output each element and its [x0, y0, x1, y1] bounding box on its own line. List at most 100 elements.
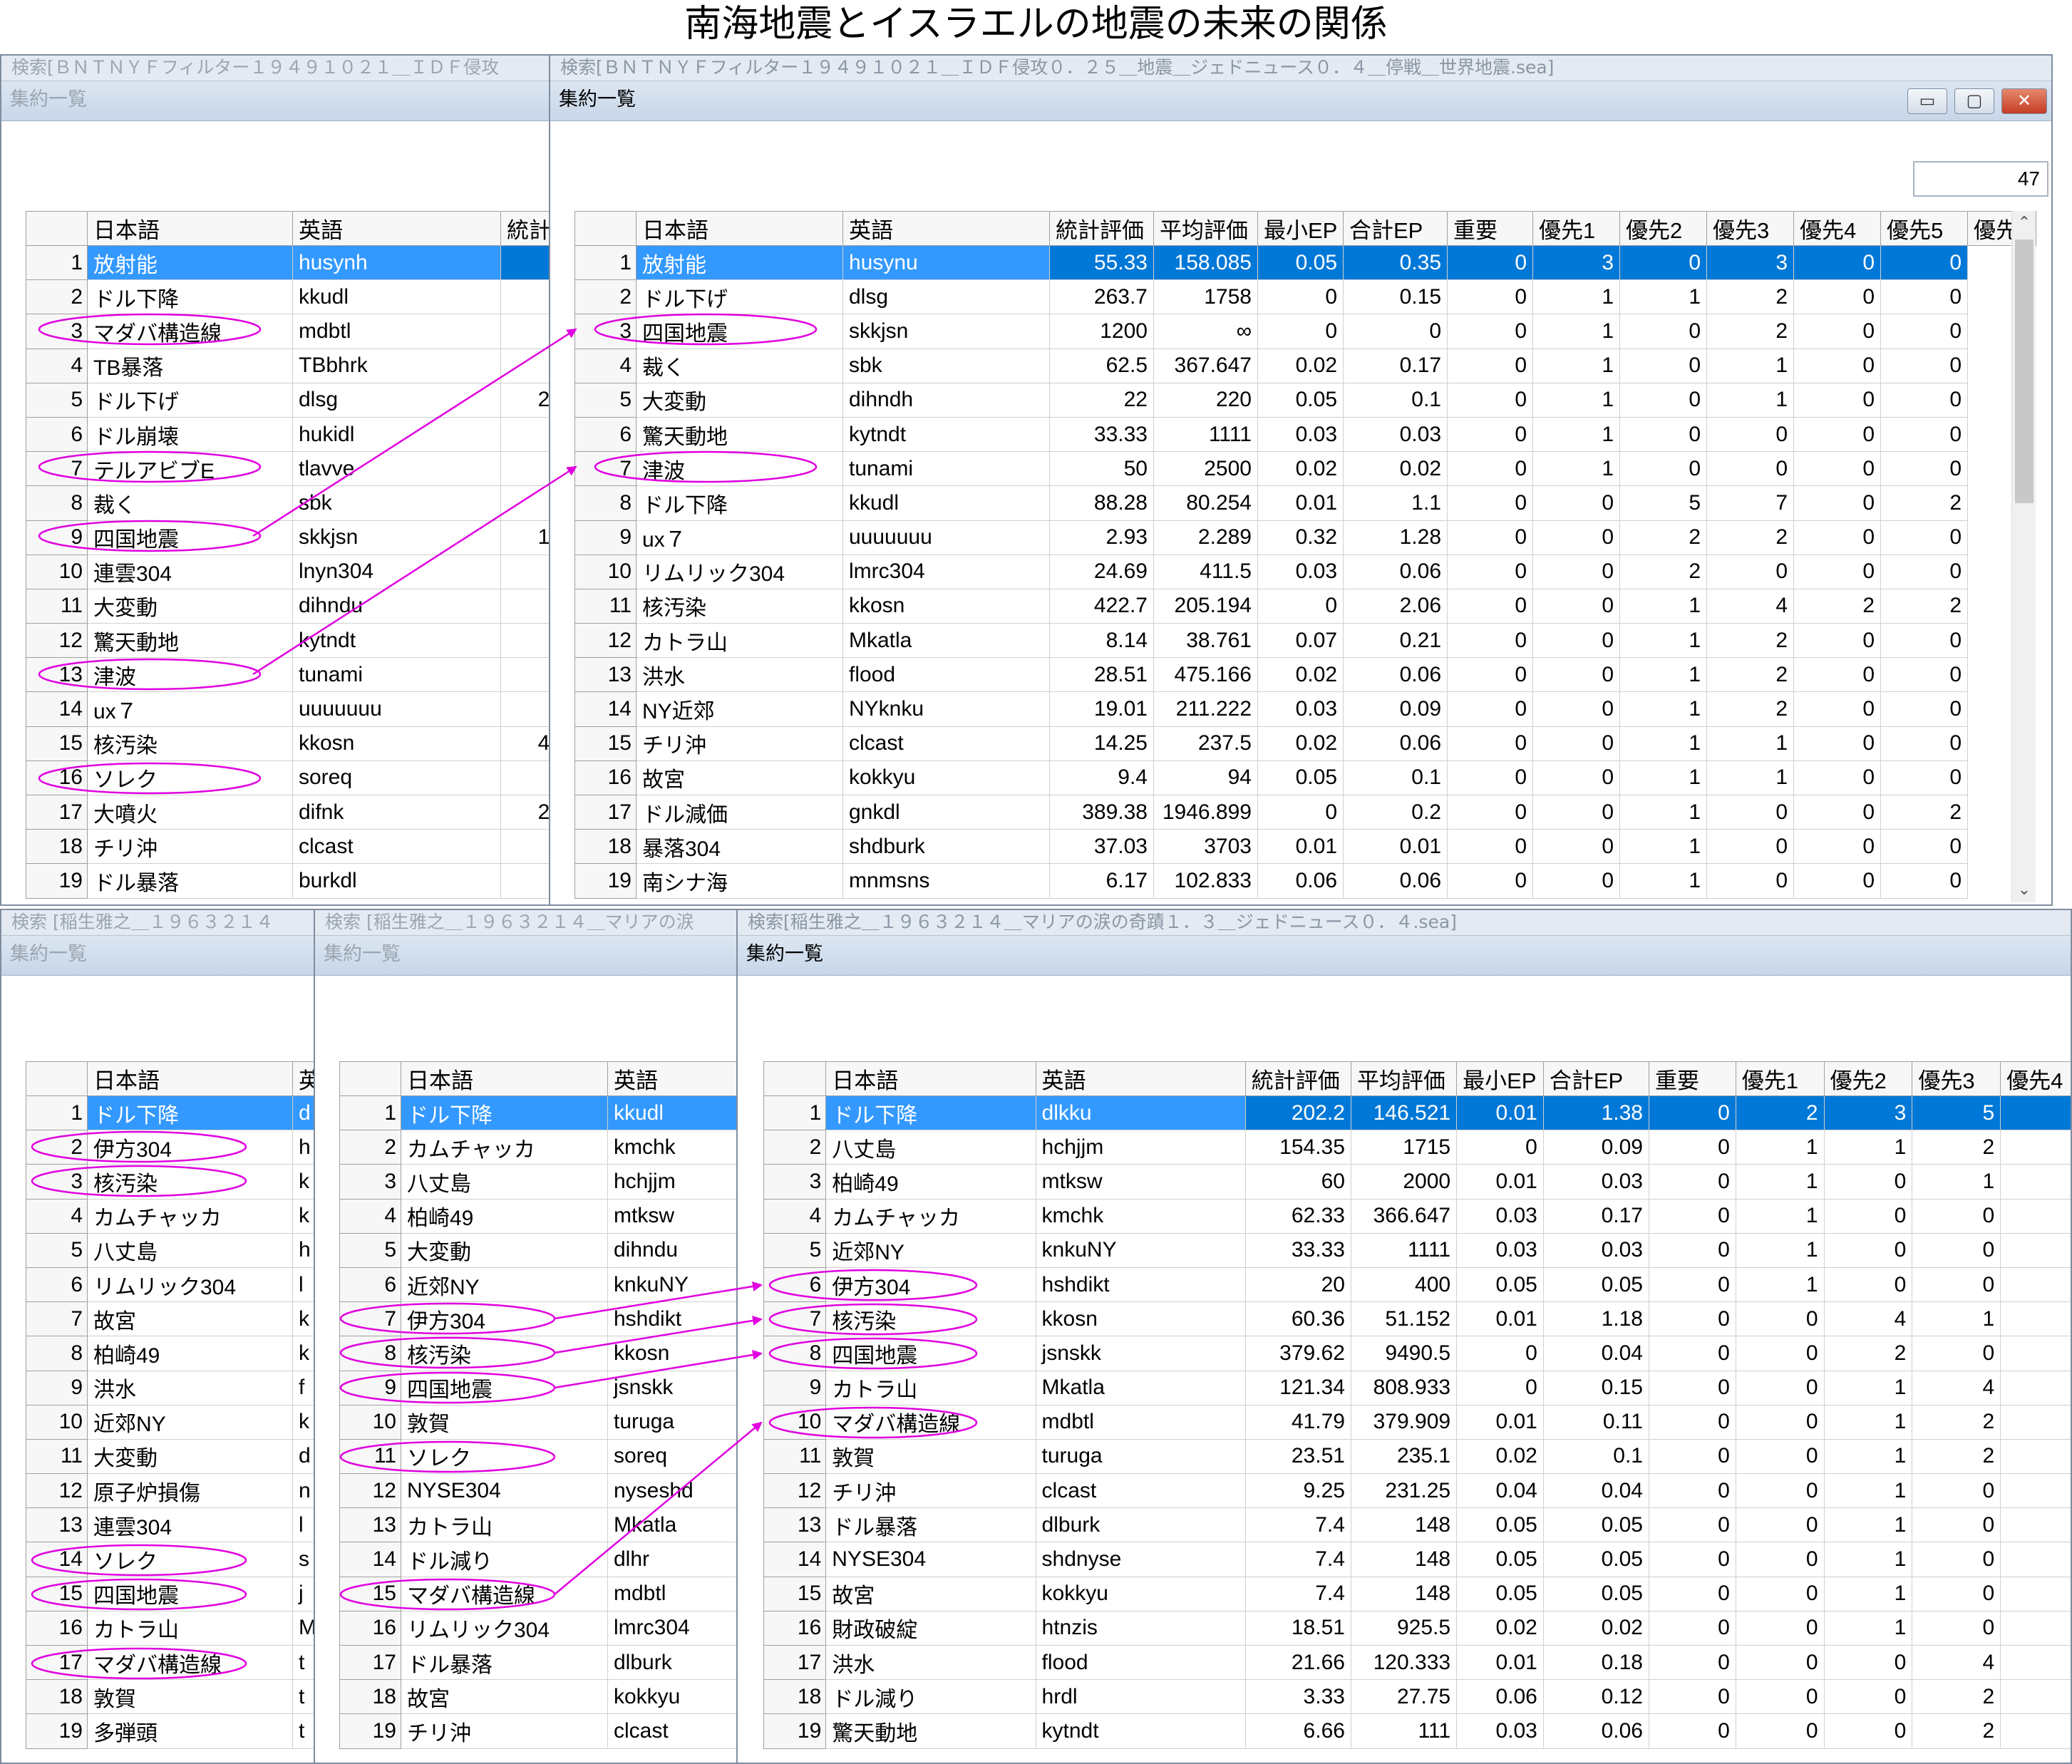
table-row[interactable]: 17 マダバ構造線 t [26, 1644, 319, 1681]
col-header-p3[interactable]: 優先3 [1706, 211, 1794, 246]
table-row[interactable]: 7 故宮 k [26, 1301, 319, 1337]
table-row[interactable]: 3柏崎49mtksw6020000.010.0301010 [763, 1164, 2071, 1200]
table-row[interactable]: 5 大変動 dihndu [339, 1232, 740, 1268]
summary-grid[interactable]: 日本語 英語 1 ドル下降 kkudl 2 カムチャッカ kmchk 3 八丈島 hchjjm 4… [339, 1061, 740, 1749]
col-header-index[interactable] [26, 211, 88, 246]
table-row[interactable]: 14 NY近郊 NYknku 19.01 211.222 0.03 0.09 0 0 1 2 0 0 [574, 691, 2036, 727]
table-row[interactable]: 14NYSE304shdnyse7.41480.050.0500100 [763, 1542, 2071, 1577]
minimize-button[interactable]: ▭ [1907, 88, 1947, 114]
table-row[interactable]: 14 ドル減り dlhr [339, 1542, 740, 1577]
table-row[interactable]: 2 カムチャッカ kmchk [339, 1130, 740, 1165]
table-row[interactable]: 7核汚染kkosn60.3651.1520.011.1800410 [763, 1301, 2071, 1337]
table-row[interactable]: 1 ドル下降 d [26, 1095, 319, 1131]
table-row[interactable]: 16 カトラ山 M [26, 1610, 319, 1646]
summary-grid[interactable]: 日本語 英語 統計 1放射能husynh52ドル下降kkudl13マダバ構造線m… [26, 211, 555, 899]
col-header-minep[interactable]: 最小EP [1456, 1061, 1544, 1096]
table-row[interactable]: 17 ドル暴落 dlburk [339, 1644, 740, 1681]
table-row[interactable]: 7 津波 tunami 50 2500 0.02 0.02 0 1 0 0 0 0 [574, 451, 2036, 487]
col-header-english[interactable]: 英語 [607, 1061, 740, 1096]
table-row[interactable]: 9 ux７ uuuuuuu 2.93 2.289 0.32 1.28 0 0 2 2 0 0 [574, 520, 2036, 555]
table-row[interactable]: 19驚天動地kytndt6.661110.030.0600020 [763, 1713, 2071, 1749]
table-row[interactable]: 8四国地震jsnskk379.629490.500.0400200 [763, 1336, 2071, 1371]
table-row[interactable]: 8裁くsbk7 [26, 485, 555, 521]
summary-grid[interactable]: 日本語 英語 統計評価 平均評価 最小EP 合計EP 重要 優先1 優先2 優先… [574, 211, 2036, 899]
table-row[interactable]: 3 四国地震 skkjsn 1200 ∞ 0 0 0 1 0 2 0 0 [574, 314, 2036, 349]
table-row[interactable]: 16 ソレク soreq [26, 760, 555, 796]
table-row[interactable]: 18 暴落304 shdburk 37.03 3703 0.01 0.01 0 0 1 0 0 0 [574, 829, 2036, 865]
search-window-3[interactable]: 検索 [稲生雅之＿１９６３２１４ 集約一覧 日本語 英 1 ドル下降 d 2 伊方304… [0, 909, 321, 1764]
table-row[interactable]: 8 核汚染 kkosn [339, 1336, 740, 1371]
count-field[interactable]: 47 [1913, 161, 2048, 197]
table-row[interactable]: 4カムチャッカkmchk62.33366.6470.030.1701001 [763, 1198, 2071, 1234]
table-row[interactable]: 15 マダバ構造線 mdbtl [339, 1576, 740, 1611]
table-row[interactable]: 5近郊NYknkuNY33.3311110.030.0301000 [763, 1232, 2071, 1268]
table-row[interactable]: 17洪水flood21.66120.3330.010.1800040 [763, 1644, 2071, 1681]
col-header-p1[interactable]: 優先1 [1532, 211, 1620, 246]
col-header-p5[interactable]: 優先5 [1880, 211, 1968, 246]
col-header-japanese[interactable]: 日本語 [87, 1061, 293, 1096]
table-row[interactable]: 15核汚染kkosn46 [26, 726, 555, 761]
col-header-english[interactable]: 英語 [292, 211, 501, 246]
table-row[interactable]: 2 伊方304 h [26, 1130, 319, 1165]
col-header-japanese[interactable]: 日本語 [87, 211, 293, 246]
col-header-minep[interactable]: 最小EP [1257, 211, 1344, 246]
table-row[interactable]: 4TB暴落TBbhrk3 [26, 348, 555, 383]
col-header-index[interactable] [26, 1061, 88, 1096]
table-row[interactable]: 6 リムリック304 l [26, 1267, 319, 1303]
search-window-2[interactable]: 検索[ＢＮＴＮＹＦフィルター１９４９１０２１＿ＩＤＦ侵攻０．２５＿地震＿ジェドニ… [549, 54, 2053, 906]
table-row[interactable]: 13 洪水 flood 28.51 475.166 0.02 0.06 0 0 1 2 0 0 [574, 657, 2036, 693]
table-row[interactable]: 1放射能husynh5 [26, 244, 555, 281]
table-row[interactable]: 13ドル暴落dlburk7.41480.050.0500100 [763, 1507, 2071, 1543]
search-window-4[interactable]: 検索 [稲生雅之＿１９６３２１４＿マリアの涙 集約一覧 日本語 英語 1 ドル下降… [314, 909, 741, 1764]
scroll-down-arrow[interactable]: ⌄ [2012, 878, 2036, 902]
table-row[interactable]: 1ドル下降dlkku202.2146.5210.011.3802350 [763, 1095, 2071, 1131]
table-row[interactable]: 12驚天動地kytndt3 [26, 623, 555, 659]
close-button[interactable]: ✕ [2001, 88, 2047, 114]
table-row[interactable]: 13 連雲304 l [26, 1507, 319, 1543]
table-row[interactable]: 7 伊方304 hshdikt [339, 1301, 740, 1337]
table-row[interactable]: 4 裁く sbk 62.5 367.647 0.02 0.17 0 1 0 1 0 0 [574, 348, 2036, 383]
table-row[interactable]: 18 敦賀 t [26, 1679, 319, 1715]
col-header-index[interactable] [763, 1061, 827, 1096]
col-header-stat[interactable]: 統計 [500, 211, 555, 246]
col-header-p2[interactable]: 優先2 [1823, 1061, 1913, 1096]
table-row[interactable]: 9 洪水 f [26, 1370, 319, 1405]
table-row[interactable]: 14 ソレク s [26, 1542, 319, 1577]
table-row[interactable]: 14 ux７ uuuuuuu [26, 691, 555, 727]
table-row[interactable]: 15 四国地震 j [26, 1576, 319, 1611]
table-row[interactable]: 17大噴火difnk26 [26, 794, 555, 830]
table-row[interactable]: 11敦賀turuga23.51235.10.020.100120 [763, 1438, 2071, 1475]
table-row[interactable]: 10マダバ構造線mdbtl41.79379.9090.010.1100120 [763, 1404, 2071, 1440]
table-row[interactable]: 3 核汚染 k [26, 1164, 319, 1200]
col-header-p3[interactable]: 優先3 [1912, 1061, 2001, 1096]
table-row[interactable]: 11 大変動 d [26, 1438, 319, 1475]
table-row[interactable]: 10 近郊NY k [26, 1404, 319, 1440]
table-row[interactable]: 12チリ沖clcast9.25231.250.040.0400100 [763, 1473, 2071, 1509]
table-row[interactable]: 2八丈島hchjjm154.35171500.0901120 [763, 1130, 2071, 1165]
table-row[interactable]: 6 近郊NY knkuNY [339, 1267, 740, 1303]
table-row[interactable]: 6ドル崩壊hukidl1 [26, 416, 555, 453]
table-row[interactable]: 9カトラ山Mkatla121.34808.93300.1500140 [763, 1370, 2071, 1405]
col-header-p2[interactable]: 優先2 [1619, 211, 1707, 246]
col-header-p1[interactable]: 優先1 [1735, 1061, 1825, 1096]
col-header-sumep[interactable]: 合計EP [1542, 1061, 1649, 1096]
table-row[interactable]: 10 敦賀 turuga [339, 1404, 740, 1440]
summary-grid[interactable]: 日本語 英語 統計評価 平均評価 最小EP 合計EP 重要 優先1 優先2 優先… [763, 1061, 2071, 1749]
table-row[interactable]: 5ドル下げdlsg29 [26, 382, 555, 418]
table-row[interactable]: 19 チリ沖 clcast [339, 1713, 740, 1749]
table-row[interactable]: 7テルアビブEtlavve4 [26, 451, 555, 487]
col-header-japanese[interactable]: 日本語 [825, 1061, 1036, 1096]
table-row[interactable]: 11 核汚染 kkosn 422.7 205.194 0 2.06 0 0 1 4 2 2 [574, 588, 2036, 624]
col-header-p4[interactable]: 優先4 [2000, 1061, 2071, 1096]
table-row[interactable]: 11 ソレク soreq [339, 1438, 740, 1475]
table-row[interactable]: 4 カムチャッカ k [26, 1198, 319, 1234]
table-row[interactable]: 12 原子炉損傷 n [26, 1473, 319, 1509]
col-header-avg[interactable]: 平均評価 [1350, 1061, 1458, 1096]
col-header-index[interactable] [339, 1061, 401, 1096]
col-header-english[interactable]: 英語 [1035, 1061, 1246, 1096]
col-header-japanese[interactable]: 日本語 [636, 211, 843, 246]
table-row[interactable]: 4 柏崎49 mtksw [339, 1198, 740, 1234]
col-header-japanese[interactable]: 日本語 [401, 1061, 608, 1096]
search-window-5[interactable]: 検索[稲生雅之＿１９６３２１４＿マリアの涙の奇蹟１．３＿ジェドニュース０．４.s… [736, 909, 2072, 1764]
search-window-1[interactable]: 検索[ＢＮＴＮＹＦフィルター１９４９１０２１＿ＩＤＦ侵攻 集約一覧 日本語 英語… [0, 54, 556, 906]
